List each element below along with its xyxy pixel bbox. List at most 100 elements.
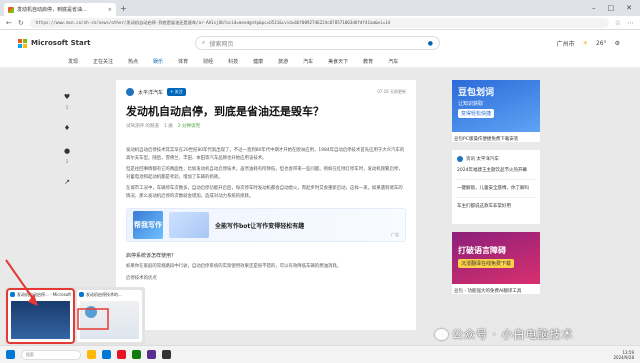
news-item[interactable]: 2024年福建王主题饮品节火热开幕 [457, 168, 535, 174]
ad-banner-subtitle: 让知识获取 [458, 101, 484, 107]
category-tab[interactable]: 正在关注 [93, 58, 113, 65]
news-source-label: 资讯 太平洋汽车 [466, 157, 499, 162]
article: 太平洋汽车 + 关注 07:16 天前更新 发动机自动启停，到底是省油还是毁车？… [116, 80, 416, 330]
category-tab[interactable]: 健康 [253, 58, 263, 65]
category-nav: 发现 正在关注 热点 娱乐 体育 财经 科技 健康 旅游 汽车 美食天下 教育 汽车 [0, 56, 640, 68]
comment-count: 1 [65, 159, 69, 164]
category-tab[interactable]: 汽车 [303, 58, 313, 65]
like-icon[interactable]: ♥ [62, 92, 72, 102]
article-paragraph: 但是往回事情都有它的两面性，比如发动机自动启停技术，虽然油耗有所降低，但也会带来… [126, 167, 403, 180]
category-tab[interactable]: 美食天下 [328, 58, 348, 65]
dislike-icon[interactable]: ♦ [62, 123, 72, 133]
settings-icon[interactable]: ⚙ [615, 40, 620, 47]
category-tab[interactable]: 旅游 [278, 58, 288, 65]
article-action-rail: ♥ 1 ♦ ● 1 ↗ [62, 92, 72, 187]
weather-widget[interactable]: 广州市 ☀ 26° ⚙ [557, 39, 620, 48]
refresh-icon[interactable]: ↻ [18, 19, 24, 27]
category-tab[interactable]: 科技 [228, 58, 238, 65]
category-tab[interactable]: 热点 [128, 58, 138, 65]
menu-icon[interactable]: ⋯ [627, 19, 634, 27]
ad-banner-title: 打破语言障碍 [458, 246, 506, 255]
window-thumbnail[interactable]: 发动机启停技术的... [77, 290, 142, 342]
maximize-icon[interactable]: □ [608, 4, 615, 12]
thumbnail-title: 发动机自动启停... - Microsoft [17, 291, 72, 297]
ad-banner: 豆包划词 让知识获取 变得轻松快捷 [452, 80, 540, 132]
edge-icon [10, 292, 15, 297]
taskbar-search[interactable]: 搜索 [21, 349, 81, 360]
ad-title: 全能写作bot让写作变得轻松有趣 [215, 222, 305, 230]
follow-button[interactable]: + 关注 [167, 88, 186, 96]
file-explorer-icon[interactable] [87, 350, 96, 359]
tab-title: 发动机自动启停，到底是省油... [17, 7, 87, 13]
article-title: 发动机自动启停，到底是省油还是毁车？ [126, 105, 324, 118]
divider [457, 197, 535, 198]
views: 1 展 [163, 124, 173, 129]
browser-titlebar: 发动机自动启停，到底是省油... × + – □ ✕ [0, 0, 640, 16]
app-icon[interactable] [147, 350, 156, 359]
search-icon: ⌕ [202, 39, 206, 46]
category-tab[interactable]: 教育 [363, 58, 373, 65]
share-icon[interactable]: ↗ [62, 177, 72, 187]
article-paragraph: 在城市工况中，车辆停车次数多，自动启停功能开启后，每次停车时发动机都会自动熄火，… [126, 186, 403, 199]
right-column: 豆包划词 让知识获取 变得轻松快捷 豆包PC版操作便捷免费下载安装 资讯 太平洋… [452, 80, 540, 302]
category-tab[interactable]: 财经 [203, 58, 213, 65]
article-source-row: 太平洋汽车 + 关注 07:16 天前更新 [126, 88, 406, 96]
microsoft-logo-icon [18, 38, 27, 48]
byline: 试驾测评 的频道 [126, 124, 159, 129]
taskbar: 搜索 13:59 2024/9/28 [0, 345, 640, 363]
close-tab-icon[interactable]: × [108, 7, 112, 13]
article-meta: 试驾测评 的频道 1 展 2 分钟读完 [126, 123, 406, 129]
inline-ad[interactable]: 帮我写作 全能写作bot让写作变得轻松有趣 广告 [126, 208, 406, 242]
publish-time: 07:16 天前更新 [377, 89, 406, 94]
ad-banner-button[interactable]: 沉浸翻译在线免费下载 [458, 259, 515, 268]
ad-logo: 帮我写作 [133, 211, 163, 239]
category-tab[interactable]: 发现 [68, 58, 78, 65]
new-tab-icon[interactable]: + [120, 4, 127, 13]
article-paragraph: 如果你在家庭的常规路段中行驶，自动启停系统的实际使用效果还是很不错的，可以有效降… [126, 264, 342, 269]
url-field[interactable]: https://www.msn.cn/zh-cn/news/other/发动机自… [29, 17, 609, 28]
back-icon[interactable]: ← [6, 19, 12, 27]
ad-banner-button[interactable]: 变得轻松快捷 [458, 109, 495, 118]
minimize-icon[interactable]: – [592, 4, 596, 12]
wechat-icon [435, 328, 448, 340]
microphone-icon[interactable]: ● [428, 40, 433, 47]
app-icon[interactable] [132, 350, 141, 359]
system-clock[interactable]: 13:59 2024/9/28 [613, 350, 634, 360]
article-paragraph: 启停技术的优点 [126, 275, 157, 281]
window-controls: – □ ✕ [592, 4, 640, 12]
article-paragraph: 发动机自动启停技术其实早在20世纪80年代就出现了，不过一直到80年代中期才开始… [126, 148, 405, 161]
edge-icon[interactable] [102, 350, 111, 359]
category-tab[interactable]: 娱乐 [153, 58, 163, 65]
category-tab[interactable]: 体育 [178, 58, 188, 65]
brand-name[interactable]: Microsoft Start [31, 39, 91, 47]
temperature-label: 26° [595, 40, 607, 47]
search-placeholder: 搜索网页 [209, 40, 234, 48]
news-source: 资讯 太平洋汽车 [457, 156, 535, 162]
like-count: 1 [65, 105, 69, 110]
source-name[interactable]: 太平洋汽车 [138, 89, 163, 96]
search-box[interactable]: ⌕ 搜索网页 ● [195, 36, 440, 50]
ad-tag: 广告 [391, 232, 399, 237]
category-tab[interactable]: 汽车 [388, 58, 398, 65]
news-item[interactable]: 一键解锁，儿童安全座椅，你了解吗 [457, 186, 535, 192]
ad-banner: 打破语言障碍 沉浸翻译在线免费下载 [452, 232, 540, 284]
thumbnail-image [11, 301, 71, 339]
browser-tab[interactable]: 发动机自动启停，到底是省油... × [4, 3, 116, 16]
close-window-icon[interactable]: ✕ [626, 4, 632, 12]
favorites-icon[interactable]: ☆ [615, 19, 621, 27]
comment-icon[interactable]: ● [62, 146, 72, 156]
ad-banner-title: 豆包划词 [458, 88, 495, 98]
app-icon[interactable] [162, 350, 171, 359]
ad-caption: 豆包 - 功能强大的免费AI翻译工具 [454, 289, 522, 294]
news-item[interactable]: 车主们都说这款车非常好用 [457, 204, 535, 210]
start-icon[interactable] [6, 350, 15, 359]
ad-card[interactable]: 豆包划词 让知识获取 变得轻松快捷 豆包PC版操作便捷免费下载安装 [452, 80, 540, 142]
app-icon[interactable] [117, 350, 126, 359]
window-thumbnail[interactable]: 发动机自动启停... - Microsoft [5, 288, 76, 344]
read-time: 2 分钟读完 [177, 124, 201, 129]
location-label: 广州市 [556, 41, 575, 48]
thumbnail-image [80, 301, 139, 339]
watermark: 公众号 · 小白电脑技术 [435, 326, 574, 342]
ad-card[interactable]: 打破语言障碍 沉浸翻译在线免费下载 豆包 - 功能强大的免费AI翻译工具 [452, 232, 540, 294]
site-header: Microsoft Start ⌕ 搜索网页 ● 广州市 ☀ 26° ⚙ [0, 30, 640, 56]
